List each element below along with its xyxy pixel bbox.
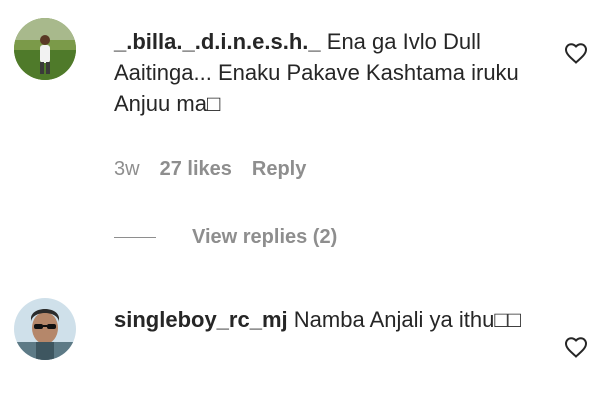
- comment-meta: 3w 27 likes Reply: [114, 158, 306, 181]
- user-avatar-sunglasses-icon: [14, 298, 76, 360]
- comment-text-block: _.billa._.d.i.n.e.s.h._ Ena ga Ivlo Dull…: [114, 26, 544, 119]
- comment-item: _.billa._.d.i.n.e.s.h._ Ena ga Ivlo Dull…: [0, 0, 600, 290]
- avatar[interactable]: [14, 298, 76, 360]
- divider-line: [114, 237, 156, 238]
- comment-text-block: singleboy_rc_mj Namba Anjali ya ithu□□: [114, 304, 544, 335]
- comment-time: 3w: [114, 158, 140, 180]
- view-replies-label: View replies (2): [192, 226, 338, 248]
- comment-item: singleboy_rc_mj Namba Anjali ya ithu□□: [0, 290, 600, 400]
- comment-text: Namba Anjali ya ithu□□: [293, 307, 521, 332]
- avatar[interactable]: [14, 18, 76, 80]
- comment-username[interactable]: _.billa._.d.i.n.e.s.h._: [114, 29, 321, 54]
- view-replies-button[interactable]: View replies (2): [114, 226, 337, 249]
- comment-username[interactable]: singleboy_rc_mj: [114, 307, 288, 332]
- heart-outline-icon[interactable]: [564, 336, 588, 358]
- user-avatar-outdoor-icon: [14, 18, 76, 80]
- comment-likes[interactable]: 27 likes: [160, 158, 232, 181]
- heart-outline-icon[interactable]: [564, 42, 588, 64]
- reply-button[interactable]: Reply: [252, 158, 306, 181]
